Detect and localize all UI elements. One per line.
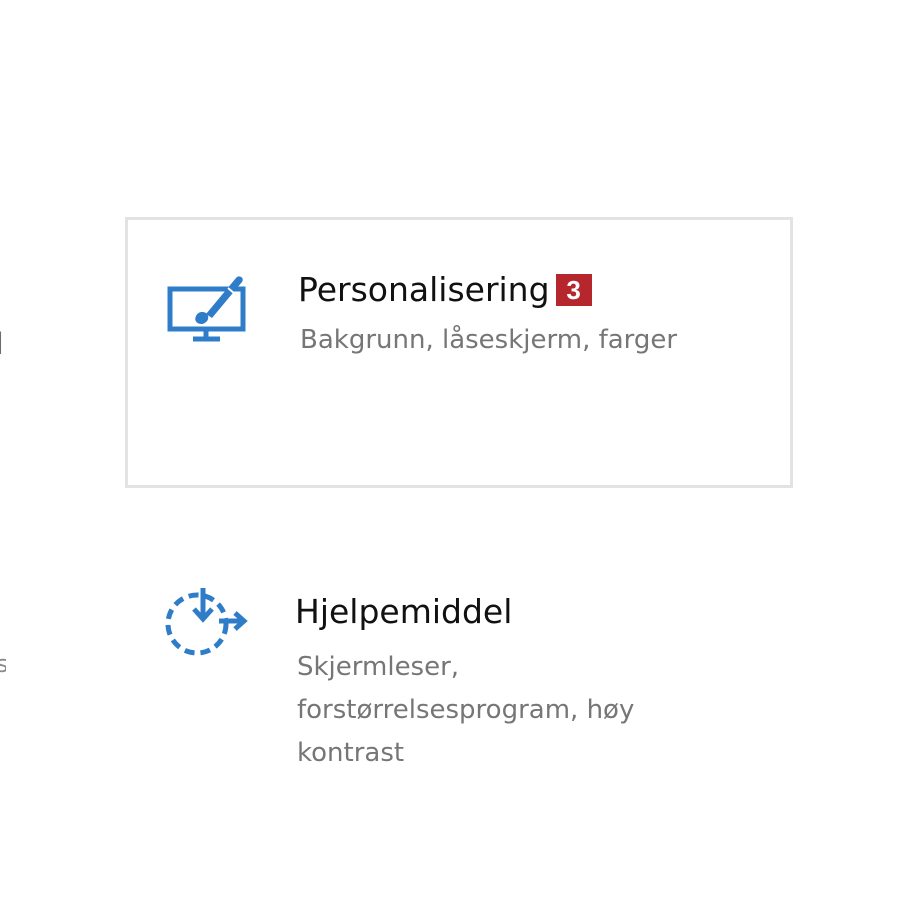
ease-of-access-icon (163, 582, 249, 668)
step-number-badge: 3 (555, 274, 592, 306)
left-tile-fragment: | (0, 330, 5, 354)
left-tile-description-fragment: s (0, 652, 6, 676)
personalization-title-text: Personalisering (298, 270, 550, 309)
personalization-title: Personalisering 3 (298, 270, 592, 310)
ease-of-access-description: Skjermleser, forstørrelsesprogram, høy k… (297, 652, 635, 768)
ease-of-access-tile[interactable]: Hjelpemiddel Skjermleser, forstørrelsesp… (125, 560, 793, 800)
ease-of-access-title: Hjelpemiddel (295, 592, 513, 631)
personalization-icon (166, 264, 252, 350)
personalization-description: Bakgrunn, låseskjerm, farger (300, 325, 678, 355)
personalization-tile[interactable]: Personalisering 3 Bakgrunn, låseskjerm, … (125, 217, 793, 488)
settings-page: | s Personalisering 3 Bakgrunn, låseskje… (0, 0, 918, 914)
